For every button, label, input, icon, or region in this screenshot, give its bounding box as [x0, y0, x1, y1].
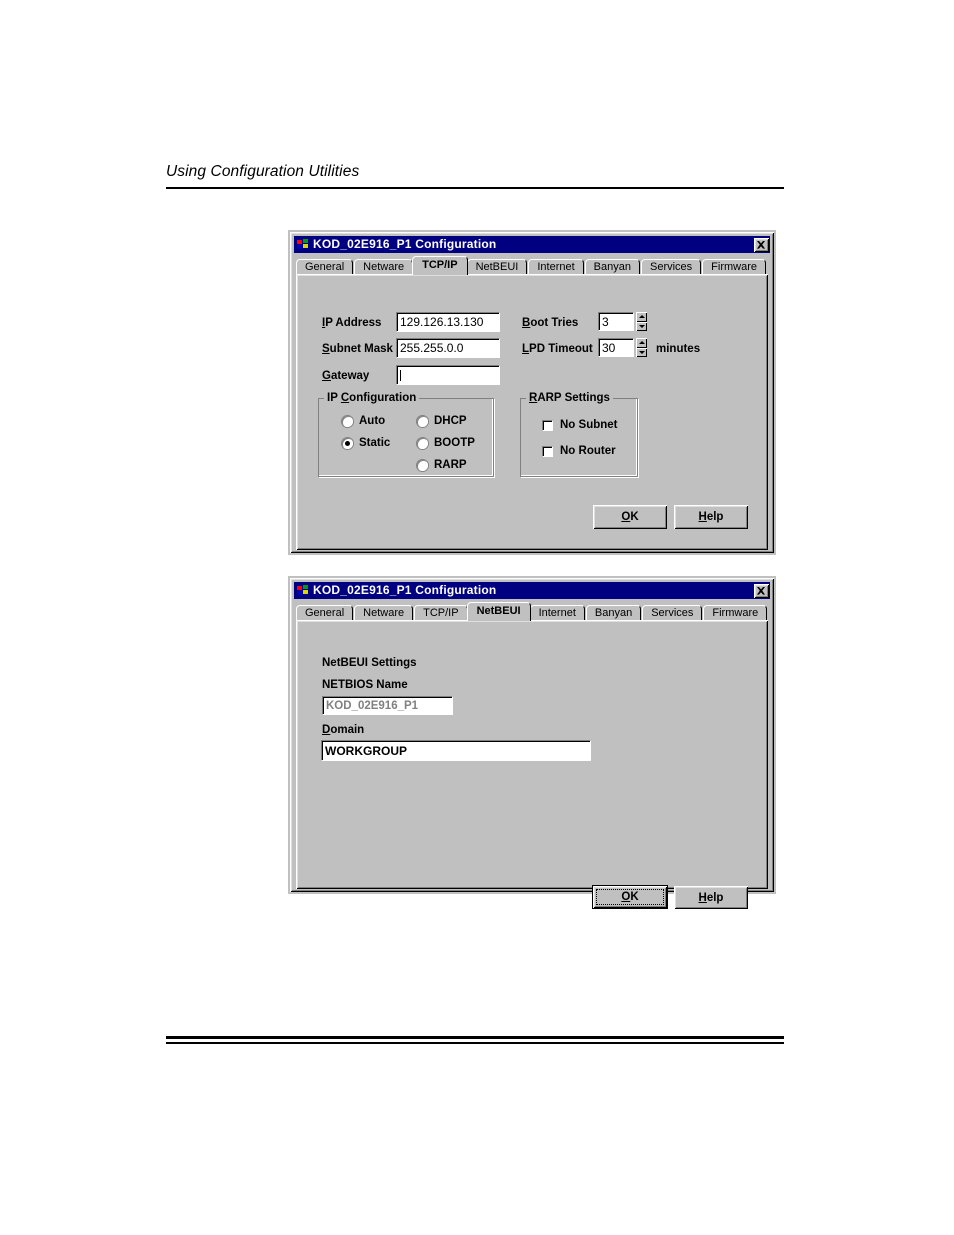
tab-tcpip[interactable]: TCP/IP — [412, 256, 468, 275]
radio-bootp-label: BOOTP — [434, 437, 475, 449]
boot-tries-input[interactable]: 3 — [598, 312, 634, 331]
dialog-netbeui-panel: NetBEUI Settings NETBIOS Name KOD_02E916… — [296, 620, 768, 909]
dialog-netbeui: KOD_02E916_P1 Configuration General Netw… — [288, 576, 776, 909]
help-button-label: Help — [698, 511, 724, 523]
netbeui-settings-heading: NetBEUI Settings — [322, 657, 417, 669]
lpd-timeout-stepper[interactable] — [636, 338, 647, 357]
tab-firmware[interactable]: Firmware — [702, 259, 767, 275]
tab-internet[interactable]: Internet — [528, 259, 584, 275]
subnet-mask-label: Subnet Mask — [322, 343, 393, 355]
radio-indicator — [342, 437, 353, 449]
subnet-mask-input[interactable]: 255.255.0.0 — [396, 338, 500, 358]
dialog-tcpip-panel: IP Address 129.126.13.130 Subnet Mask 25… — [296, 274, 768, 550]
header-rule — [166, 187, 784, 189]
tab-general[interactable]: General — [296, 605, 354, 621]
ip-address-label: IP Address — [322, 317, 382, 329]
ip-configuration-group-title: IP Configuration — [324, 392, 420, 404]
tab-netbeui[interactable]: NetBEUI — [466, 259, 528, 275]
radio-dhcp[interactable]: DHCP — [417, 415, 467, 427]
radio-indicator — [342, 415, 353, 427]
tab-general[interactable]: General — [296, 259, 354, 275]
rarp-settings-group-title: RARP Settings — [526, 392, 613, 404]
stepper-up-icon[interactable] — [636, 312, 647, 322]
close-icon[interactable] — [754, 583, 769, 598]
stepper-up-icon[interactable] — [636, 338, 647, 348]
checkbox-no-subnet[interactable]: No Subnet — [542, 419, 618, 431]
ok-button[interactable]: OK — [593, 505, 667, 529]
rarp-settings-group — [520, 398, 638, 477]
ip-address-input[interactable]: 129.126.13.130 — [396, 312, 500, 332]
radio-auto-label: Auto — [359, 415, 386, 427]
ok-button-label: OK — [621, 511, 639, 523]
page-running-head: Using Configuration Utilities — [166, 163, 360, 180]
lpd-timeout-label: LPD Timeout — [522, 343, 593, 355]
dialog-tcpip-tabstrip: General Netware TCP/IP NetBEUI Internet … — [296, 256, 768, 275]
gateway-label: Gateway — [322, 370, 370, 382]
close-icon[interactable] — [754, 237, 769, 252]
tab-services[interactable]: Services — [640, 259, 702, 275]
window-icon — [296, 238, 309, 251]
checkbox-indicator — [542, 445, 553, 457]
radio-rarp-label: RARP — [434, 459, 467, 471]
radio-dhcp-label: DHCP — [434, 415, 467, 427]
radio-auto[interactable]: Auto — [342, 415, 385, 427]
help-button[interactable]: Help — [674, 505, 748, 529]
radio-rarp[interactable]: RARP — [417, 459, 467, 471]
window-icon — [296, 584, 309, 597]
radio-indicator — [417, 415, 428, 427]
dialog-tcpip: KOD_02E916_P1 Configuration General Netw… — [288, 230, 776, 555]
dialog-netbeui-tabstrip: General Netware TCP/IP NetBEUI Internet … — [296, 602, 768, 621]
gateway-input[interactable] — [396, 365, 500, 385]
close-glyph — [757, 240, 765, 249]
tab-banyan[interactable]: Banyan — [585, 605, 642, 621]
close-glyph — [757, 586, 765, 595]
footer-rule-bottom — [166, 1042, 784, 1044]
boot-tries-label: Boot Tries — [522, 317, 579, 329]
lpd-timeout-input[interactable]: 30 — [598, 338, 634, 357]
radio-indicator — [417, 459, 428, 471]
tab-netbeui[interactable]: NetBEUI — [466, 602, 531, 621]
radio-indicator — [417, 437, 428, 449]
dialog-tcpip-title: KOD_02E916_P1 Configuration — [313, 237, 497, 251]
netbios-name-input: KOD_02E916_P1 — [322, 696, 453, 715]
domain-input[interactable]: WORKGROUP — [321, 740, 591, 761]
ok-button[interactable]: OK — [592, 885, 668, 909]
text-caret — [400, 369, 401, 381]
stepper-down-icon[interactable] — [636, 347, 647, 357]
help-button-label: Help — [698, 891, 724, 904]
radio-bootp[interactable]: BOOTP — [417, 437, 475, 449]
lpd-timeout-units: minutes — [656, 343, 701, 355]
checkbox-no-router[interactable]: No Router — [542, 445, 616, 457]
help-button[interactable]: Help — [674, 886, 748, 909]
tab-netware[interactable]: Netware — [354, 605, 414, 621]
dialog-netbeui-title: KOD_02E916_P1 Configuration — [313, 583, 497, 597]
radio-static-label: Static — [359, 437, 391, 449]
checkbox-no-router-label: No Router — [560, 445, 616, 457]
dialog-tcpip-titlebar: KOD_02E916_P1 Configuration — [294, 236, 770, 253]
tab-services[interactable]: Services — [642, 605, 703, 621]
tab-netware[interactable]: Netware — [354, 259, 414, 275]
tab-firmware[interactable]: Firmware — [703, 605, 768, 621]
footer-rule-top — [166, 1036, 784, 1039]
radio-static[interactable]: Static — [342, 437, 390, 449]
checkbox-indicator — [542, 419, 553, 431]
tab-tcpip[interactable]: TCP/IP — [414, 605, 468, 621]
domain-label: Domain — [322, 724, 365, 736]
focus-ring — [596, 889, 664, 905]
boot-tries-stepper[interactable] — [636, 312, 647, 331]
checkbox-no-subnet-label: No Subnet — [560, 419, 618, 431]
page-canvas: Using Configuration Utilities KOD_02E916… — [0, 0, 954, 1235]
dialog-netbeui-titlebar: KOD_02E916_P1 Configuration — [294, 582, 770, 599]
tab-internet[interactable]: Internet — [529, 605, 585, 621]
stepper-down-icon[interactable] — [636, 321, 647, 331]
netbios-name-label: NETBIOS Name — [322, 679, 408, 691]
tab-banyan[interactable]: Banyan — [584, 259, 640, 275]
